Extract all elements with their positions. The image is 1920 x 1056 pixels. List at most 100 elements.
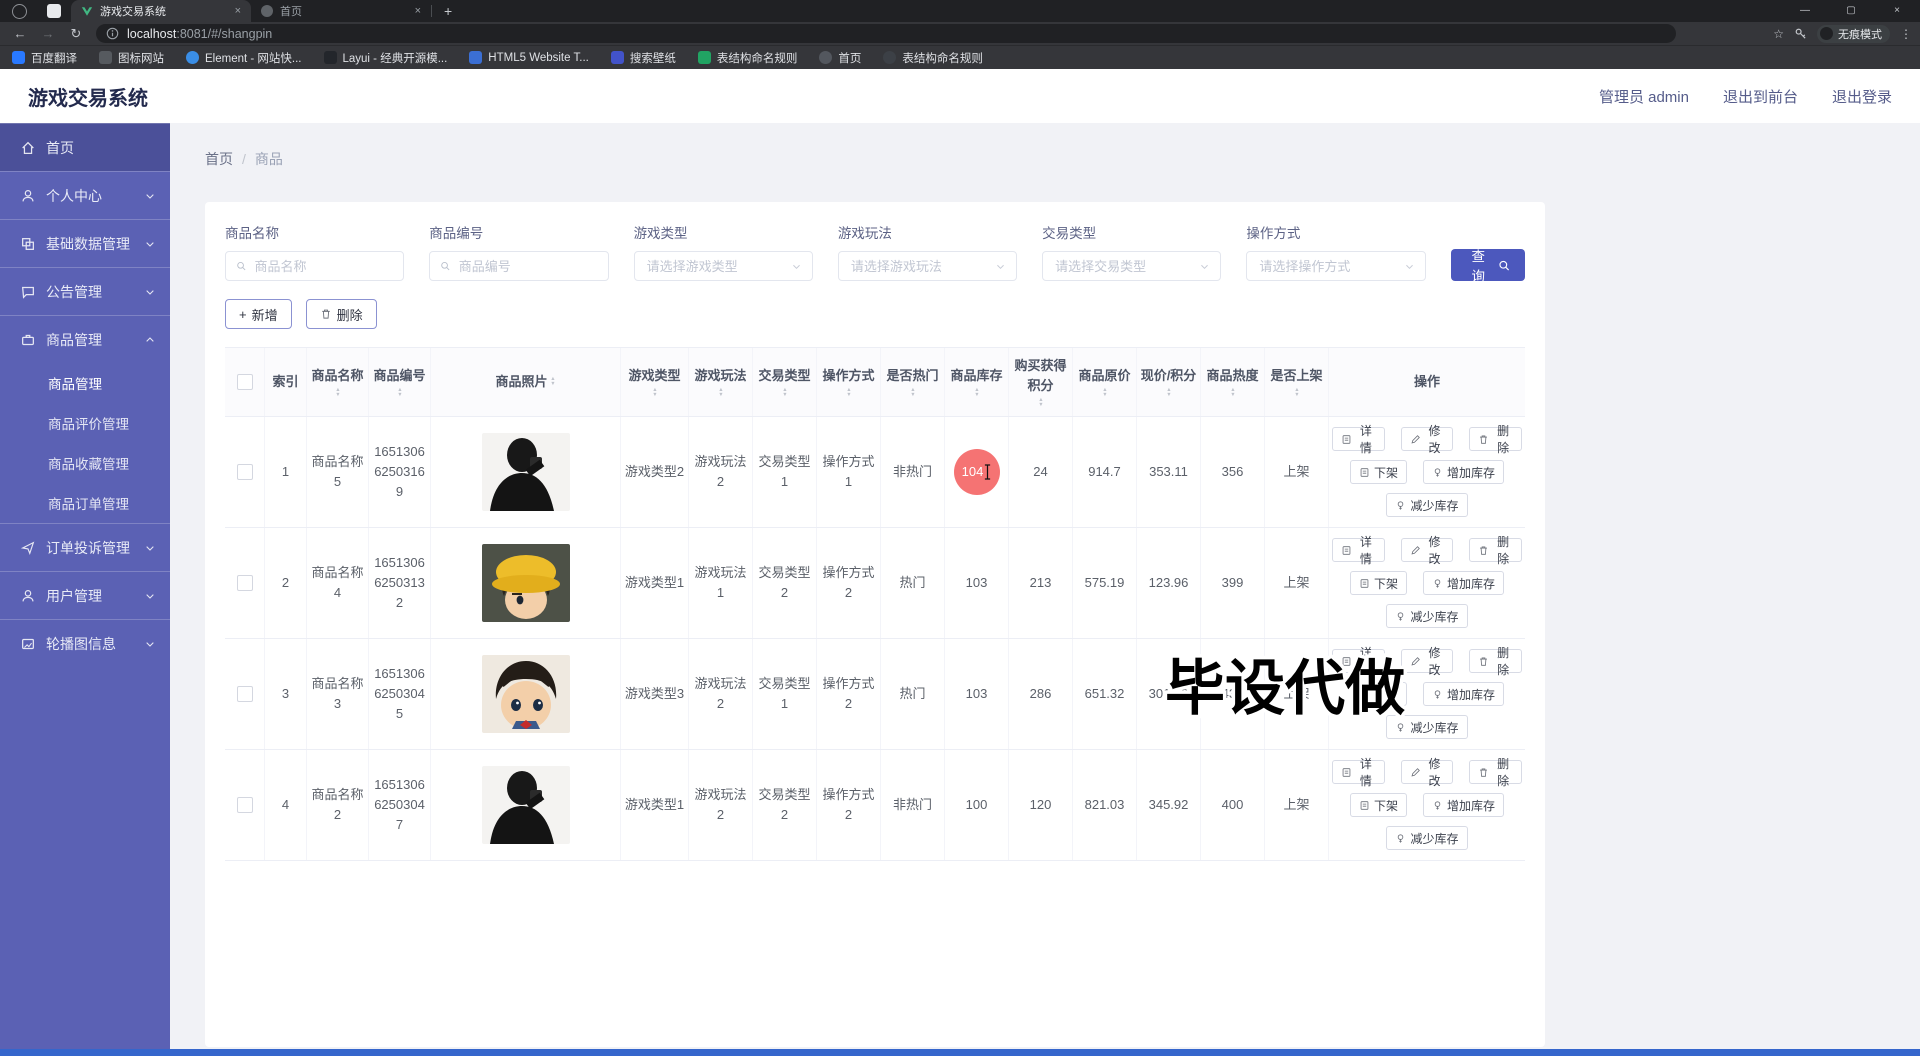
header-link-exit-front[interactable]: 退出到前台 (1723, 86, 1798, 107)
bookmark-item[interactable]: 表结构命名规则 (697, 50, 797, 66)
tab-close-icon[interactable]: × (415, 5, 421, 17)
sidebar-item-announcement[interactable]: 公告管理 (0, 267, 170, 315)
sort-icon[interactable]: ▲ ▼ (910, 388, 916, 398)
bookmark-favicon-icon (186, 51, 199, 64)
key-icon[interactable] (1794, 27, 1807, 40)
bookmark-item[interactable]: HTML5 Website T... (469, 51, 589, 64)
sort-icon[interactable]: ▲ ▼ (652, 388, 658, 398)
row-checkbox[interactable] (236, 575, 253, 592)
sidebar-item-personal[interactable]: 个人中心 (0, 171, 170, 219)
sidebar-item-order-complaint[interactable]: 订单投诉管理 (0, 523, 170, 571)
reload-button[interactable]: ↻ (64, 26, 88, 42)
detail-button[interactable]: 详情 (1332, 535, 1385, 566)
row-checkbox[interactable] (236, 686, 253, 703)
window-close-button[interactable]: × (1874, 0, 1920, 22)
sidebar-subitem-product-mgmt[interactable]: 商品管理 (0, 363, 170, 403)
detail-button[interactable]: 详情 (1332, 757, 1385, 788)
sort-icon[interactable]: ▲ ▼ (335, 388, 341, 398)
bookmark-item[interactable]: 搜索壁纸 (610, 50, 676, 66)
unlist-button[interactable]: 下架 (1349, 793, 1407, 818)
window-minimize-button[interactable]: — (1782, 0, 1828, 22)
sort-icon[interactable]: ▲ ▼ (846, 388, 852, 398)
delete-row-button[interactable]: 删除 (1469, 535, 1523, 566)
game-type-select[interactable] (633, 251, 813, 281)
select-all-checkbox[interactable] (236, 374, 253, 391)
bookmark-item[interactable]: 图标网站 (99, 50, 164, 66)
sort-icon[interactable]: ▲ ▼ (1038, 398, 1044, 408)
game-play-select[interactable] (837, 251, 1018, 281)
forward-button[interactable]: → (36, 26, 60, 41)
sort-icon[interactable]: ▲ ▼ (718, 388, 724, 398)
sort-icon[interactable]: ▲ ▼ (550, 376, 556, 387)
product-name-input[interactable] (225, 251, 405, 281)
sort-icon[interactable]: ▲ ▼ (1102, 388, 1108, 398)
sort-icon[interactable]: ▲ ▼ (1166, 388, 1172, 398)
product-code-input[interactable] (429, 251, 609, 281)
search-button[interactable]: 查询 (1450, 249, 1526, 284)
browser-logo-icon[interactable] (12, 3, 27, 19)
sort-icon[interactable]: ▲ ▼ (1230, 388, 1236, 398)
pin-icon (1434, 801, 1441, 810)
sort-icon[interactable]: ▲ ▼ (1294, 388, 1300, 398)
sidebar-item-home[interactable]: 首页 (0, 123, 170, 171)
edit-button[interactable]: 修改 (1400, 757, 1454, 788)
decrease-stock-button[interactable]: 减少库存 (1386, 715, 1468, 740)
bookmark-item[interactable]: Layui - 经典开源模... (323, 50, 447, 66)
sidebar-item-carousel[interactable]: 轮播图信息 (0, 619, 170, 667)
delete-row-button[interactable]: 删除 (1469, 757, 1523, 788)
trade-type-select[interactable] (1042, 251, 1222, 281)
window-maximize-button[interactable]: ▢ (1828, 0, 1874, 22)
detail-button[interactable]: 详情 (1332, 424, 1385, 455)
edit-button[interactable]: 修改 (1400, 646, 1454, 677)
row-checkbox[interactable] (236, 797, 253, 814)
incognito-badge[interactable]: 无痕模式 (1817, 24, 1890, 43)
sort-icon[interactable]: ▲ ▼ (782, 388, 788, 398)
bookmark-star-icon[interactable]: ☆ (1773, 27, 1784, 41)
unlist-button[interactable]: 下架 (1349, 571, 1407, 596)
decrease-stock-button[interactable]: 减少库存 (1386, 493, 1468, 518)
info-icon[interactable] (106, 27, 119, 40)
bookmark-item[interactable]: 表结构命名规则 (883, 50, 983, 66)
sidebar-subitem-product-order[interactable]: 商品订单管理 (0, 483, 170, 523)
tab-close-icon[interactable]: × (235, 5, 241, 17)
breadcrumb-home[interactable]: 首页 (205, 149, 233, 169)
browser-menu-button[interactable]: ⋮ (1900, 27, 1912, 41)
new-tab-button[interactable]: + (444, 3, 452, 19)
increase-stock-button[interactable]: 增加库存 (1423, 793, 1505, 818)
address-bar[interactable]: localhost:8081/#/shangpin (96, 24, 1676, 43)
sidebar-item-product-mgmt[interactable]: 商品管理 (0, 315, 170, 363)
sidebar-item-user-mgmt[interactable]: 用户管理 (0, 571, 170, 619)
back-button[interactable]: ← (8, 26, 32, 41)
tab-game-system[interactable]: 游戏交易系统 × (71, 0, 251, 22)
stock-highlight[interactable]: 104 (953, 449, 1000, 496)
delete-row-button[interactable]: 删除 (1469, 424, 1523, 455)
workspace-icon[interactable] (47, 4, 61, 18)
delete-row-button[interactable]: 删除 (1469, 646, 1523, 677)
decrease-stock-button[interactable]: 减少库存 (1386, 826, 1468, 851)
delete-button[interactable]: 删除 (305, 299, 377, 329)
edit-button[interactable]: 修改 (1400, 424, 1454, 455)
sort-icon[interactable]: ▲ ▼ (397, 388, 403, 398)
unlist-button[interactable]: 下架 (1349, 682, 1407, 707)
tab-home[interactable]: 首页 × (251, 0, 431, 22)
bookmark-item[interactable]: 百度翻译 (12, 50, 77, 66)
bookmark-item[interactable]: Element - 网站快... (186, 50, 302, 66)
edit-button[interactable]: 修改 (1400, 535, 1454, 566)
decrease-stock-button[interactable]: 减少库存 (1386, 604, 1468, 629)
increase-stock-button[interactable]: 增加库存 (1423, 682, 1505, 707)
add-button[interactable]: + 新增 (225, 299, 292, 329)
sidebar-subitem-product-favorite[interactable]: 商品收藏管理 (0, 443, 170, 483)
unlist-button[interactable]: 下架 (1349, 460, 1407, 485)
op-mode-select[interactable] (1246, 251, 1426, 281)
header-link-admin[interactable]: 管理员 admin (1599, 86, 1689, 107)
sidebar-item-base-data[interactable]: 基础数据管理 (0, 219, 170, 267)
row-checkbox[interactable] (236, 464, 253, 481)
increase-stock-button[interactable]: 增加库存 (1423, 571, 1505, 596)
bookmark-item[interactable]: 首页 (819, 50, 861, 66)
sort-icon[interactable]: ▲ ▼ (974, 388, 980, 398)
increase-stock-button[interactable]: 增加库存 (1423, 460, 1505, 485)
bookmark-favicon-icon (610, 51, 624, 64)
sidebar-subitem-product-review[interactable]: 商品评价管理 (0, 403, 170, 443)
header-link-logout[interactable]: 退出登录 (1832, 86, 1892, 107)
detail-button[interactable]: 详情 (1332, 646, 1385, 677)
